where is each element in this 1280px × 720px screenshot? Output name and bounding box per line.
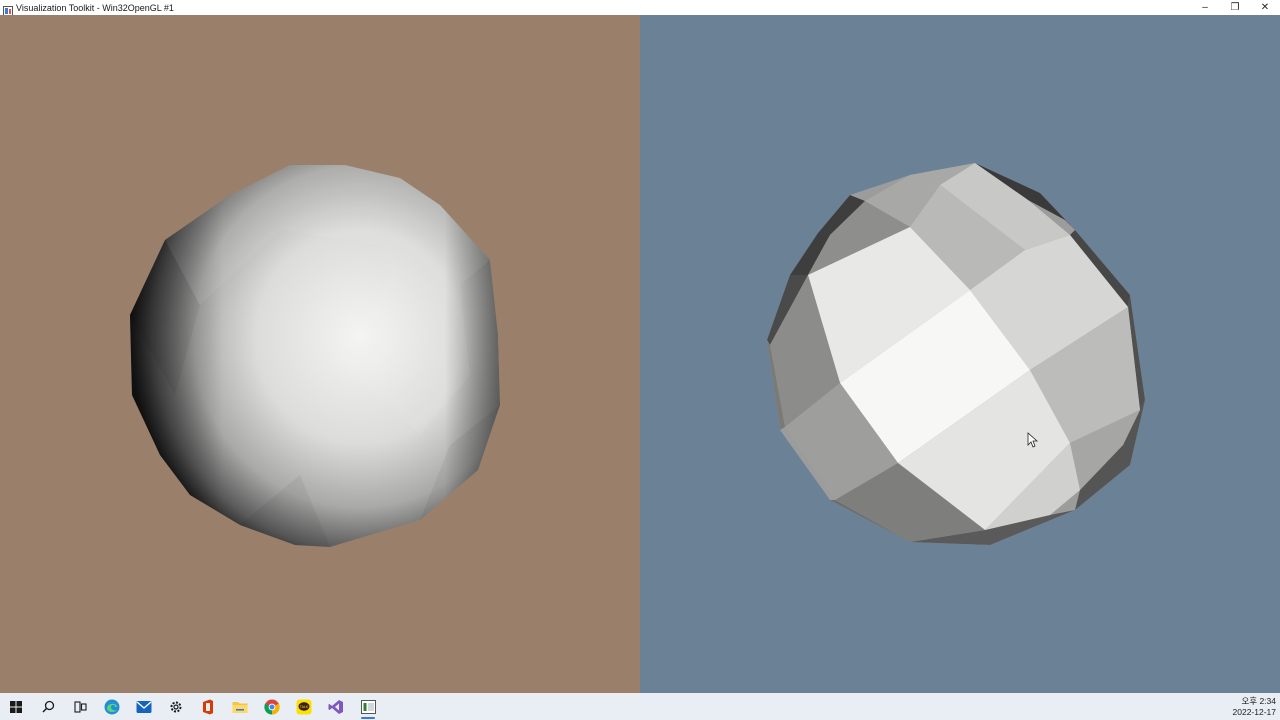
visual-studio-icon[interactable] — [320, 693, 352, 720]
title-bar: Visualization Toolkit - Win32OpenGL #1 –… — [0, 0, 1280, 16]
clock-time: 오후 2:34 — [1241, 695, 1276, 706]
smooth-sphere — [130, 165, 500, 547]
edge-icon[interactable] — [96, 693, 128, 720]
taskbar: TALK 오후 2:34 2022-12-17 — [0, 693, 1280, 720]
close-button[interactable]: ✕ — [1250, 0, 1280, 15]
system-clock[interactable]: 오후 2:34 2022-12-17 — [1233, 693, 1276, 720]
kakaotalk-icon[interactable]: TALK — [288, 693, 320, 720]
clock-date: 2022-12-17 — [1232, 706, 1276, 717]
settings-icon[interactable] — [160, 693, 192, 720]
minimize-button[interactable]: – — [1190, 0, 1220, 15]
svg-text:TALK: TALK — [300, 705, 309, 709]
flat-sphere — [767, 163, 1145, 545]
office-icon[interactable] — [192, 693, 224, 720]
task-view-icon[interactable] — [64, 693, 96, 720]
chrome-icon[interactable] — [256, 693, 288, 720]
mail-icon[interactable] — [128, 693, 160, 720]
render-viewport-left[interactable] — [0, 15, 640, 693]
render-viewport-right[interactable] — [640, 15, 1280, 693]
window-title: Visualization Toolkit - Win32OpenGL #1 — [16, 2, 174, 13]
vtk-window-icon[interactable] — [352, 693, 384, 720]
file-explorer-icon[interactable] — [224, 693, 256, 720]
search-icon[interactable] — [32, 693, 64, 720]
windows-start-icon[interactable] — [0, 693, 32, 720]
restore-button[interactable]: ❐ — [1220, 0, 1250, 15]
app-icon — [3, 3, 13, 16]
